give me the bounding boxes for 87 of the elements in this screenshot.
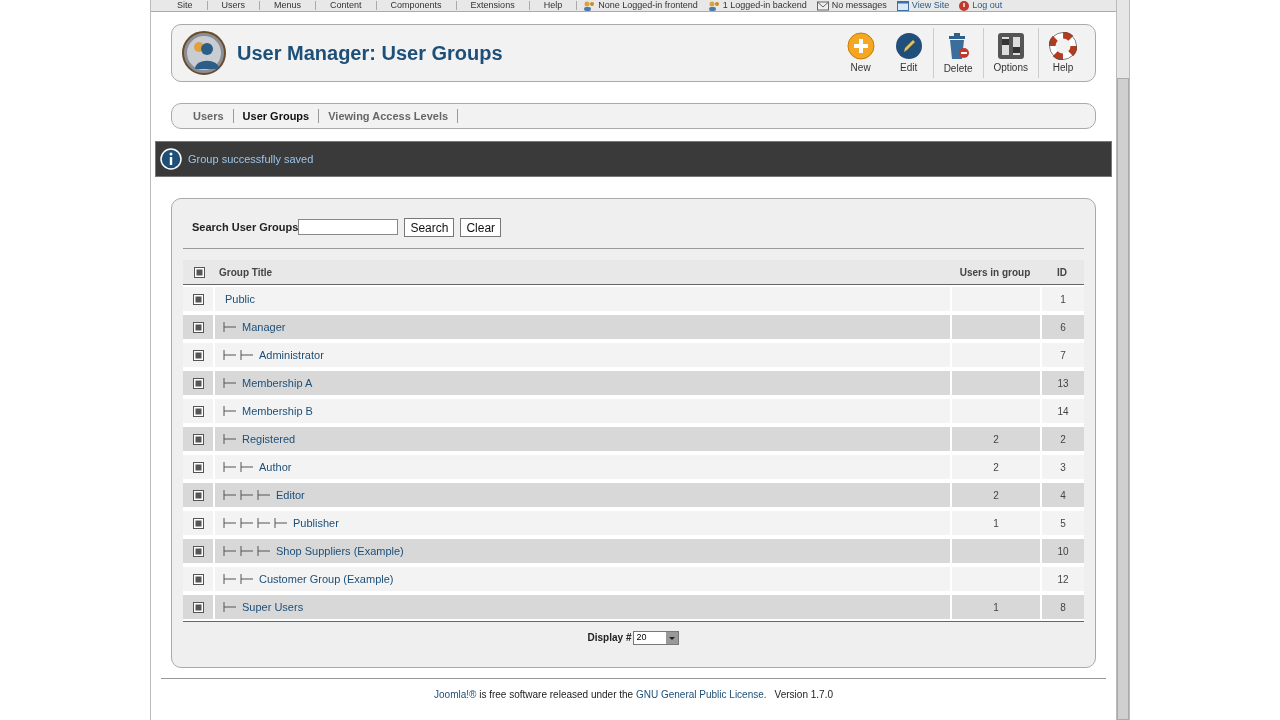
table-cell: 8	[1042, 595, 1084, 619]
checkbox[interactable]	[192, 321, 204, 333]
checkbox[interactable]	[192, 433, 204, 445]
table-cell: 7	[1042, 343, 1084, 367]
table-cell: 4	[1042, 483, 1084, 507]
plus-icon	[846, 31, 875, 60]
checkbox[interactable]	[192, 293, 204, 305]
table-cell: 2	[1042, 427, 1084, 451]
table-cell: 2	[952, 483, 1040, 507]
menu-item[interactable]: Content	[316, 1, 377, 10]
search-field[interactable]	[298, 219, 399, 235]
pencil-icon	[894, 31, 923, 60]
checkbox[interactable]	[192, 545, 204, 557]
status-item: 1 Logged-in backend	[722, 1, 807, 10]
message-text: Group successfully saved	[188, 151, 314, 167]
column-header[interactable]: ID	[1040, 264, 1084, 280]
table-cell: 12	[1042, 567, 1084, 591]
table-cell: 1	[1042, 287, 1084, 311]
table-cell: 2	[952, 427, 1040, 451]
group-link[interactable]: Customer Group (Example)	[259, 570, 394, 588]
table-cell: 13	[1042, 371, 1084, 395]
status-item: No messages	[831, 1, 887, 10]
group-link[interactable]: Author	[259, 458, 292, 476]
submenu-tab[interactable]: User Groups	[233, 109, 320, 123]
checkbox[interactable]	[192, 601, 204, 613]
toolbar-button[interactable]: Delete	[932, 28, 983, 78]
table-cell: 1	[952, 595, 1040, 619]
table-cell: 1	[952, 511, 1040, 535]
page-title: User Manager: User Groups	[237, 41, 503, 66]
window-icon	[896, 0, 909, 11]
group-link[interactable]: Public	[225, 290, 255, 308]
column-header[interactable]: Group Title	[215, 264, 950, 280]
group-link[interactable]: Administrator	[259, 346, 324, 364]
table-cell: 3	[1042, 455, 1084, 479]
toolbar-button[interactable]: New	[836, 28, 885, 78]
license-link[interactable]: GNU General Public License.	[635, 689, 767, 700]
menu-item[interactable]: Help	[529, 1, 578, 10]
menu-item[interactable]: Menus	[260, 1, 317, 10]
checkbox[interactable]	[192, 349, 204, 361]
toolbar-button[interactable]: Options	[982, 28, 1038, 78]
table-cell: 2	[952, 455, 1040, 479]
menu-item[interactable]: Users	[207, 1, 261, 10]
menu-item[interactable]: Extensions	[456, 1, 530, 10]
table-cell: 6	[1042, 315, 1084, 339]
checkbox[interactable]	[192, 517, 204, 529]
table-cell: 10	[1042, 539, 1084, 563]
checkbox[interactable]	[192, 573, 204, 585]
submenu-tab[interactable]: Users	[184, 109, 234, 123]
switches-icon	[996, 31, 1025, 60]
lifebuoy-icon	[1049, 31, 1077, 60]
checkbox[interactable]	[192, 461, 204, 473]
group-link[interactable]: Publisher	[293, 514, 339, 532]
group-link[interactable]: Registered	[242, 430, 296, 448]
users-icon	[707, 0, 720, 11]
group-link[interactable]: Manager	[242, 318, 286, 336]
submenu-tab[interactable]: Viewing Access Levels	[319, 109, 459, 123]
group-link[interactable]: Editor	[276, 486, 305, 504]
table-cell: 14	[1042, 399, 1084, 423]
group-link[interactable]: Membership B	[242, 402, 313, 420]
footer-link[interactable]: Joomla!®	[434, 689, 477, 700]
checkbox[interactable]	[193, 266, 205, 278]
checkbox[interactable]	[192, 377, 204, 389]
filter-button[interactable]: Search	[404, 217, 455, 237]
status-item: None Logged-in frontend	[598, 1, 698, 10]
status-item[interactable]: View Site	[911, 1, 950, 10]
checkbox[interactable]	[192, 489, 204, 501]
info-icon	[160, 148, 182, 170]
menu-item[interactable]: Components	[376, 1, 457, 10]
search-label: Search User Groups	[192, 219, 299, 235]
footer-text: Joomla!® is free software released under the GNU General Public License. Version 1.7.0	[433, 688, 834, 702]
version-text: Version 1.7.0	[774, 689, 833, 700]
users-icon	[583, 0, 596, 11]
filter-button[interactable]: Clear	[460, 217, 502, 237]
group-link[interactable]: Membership A	[242, 374, 313, 392]
group-link[interactable]: Shop Suppliers (Example)	[276, 542, 404, 560]
toolbar-button[interactable]: Help	[1038, 28, 1087, 78]
status-item[interactable]: Log out	[972, 1, 1003, 10]
caret-icon	[666, 631, 679, 644]
user-avatar-icon	[182, 31, 226, 75]
column-header[interactable]: Users in group	[950, 264, 1040, 280]
table-cell: 5	[1042, 511, 1084, 535]
toolbar-button[interactable]: Edit	[884, 28, 933, 78]
display-select[interactable]: 20	[633, 630, 680, 645]
display-label: Display #	[587, 631, 632, 645]
checkbox[interactable]	[192, 405, 204, 417]
group-link[interactable]: Super Users	[242, 598, 304, 616]
menu-item[interactable]: Site	[163, 1, 208, 10]
